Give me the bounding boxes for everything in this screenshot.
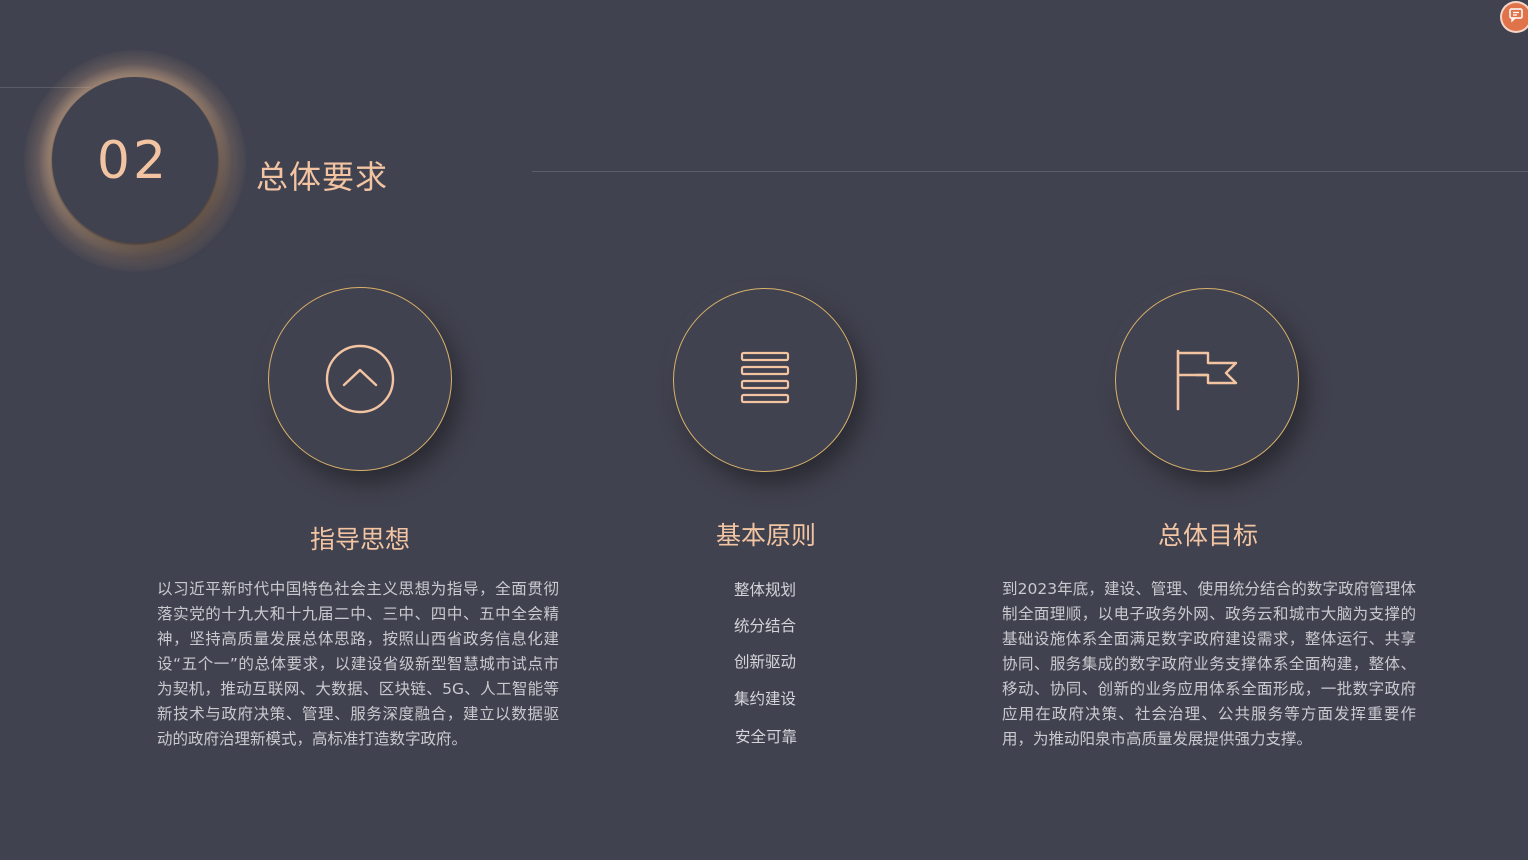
basic-principles-icon-circle — [673, 288, 857, 472]
chat-badge-button[interactable] — [1502, 3, 1528, 31]
section-number: 02 — [96, 131, 170, 191]
guiding-ideology-icon-circle — [268, 287, 452, 471]
header-divider — [532, 171, 1528, 172]
overall-goal-text: 到2023年底，建设、管理、使用统分结合的数字政府管理体制全面理顺，以电子政务外… — [1002, 580, 1416, 748]
principle-item: 创新驱动 — [733, 653, 796, 671]
slide: 02 总体要求 指导思想 以习近平新时代中国特色社会主义思想为指导，全面贯彻落实… — [0, 0, 1528, 860]
principle-item: 整体规划 — [733, 581, 796, 599]
overall-goal-title: 总体目标 — [1157, 521, 1258, 550]
principle-item: 集约建设 — [733, 690, 796, 708]
guiding-ideology-title: 指导思想 — [309, 525, 410, 554]
chevron-up-icon — [325, 344, 395, 414]
principle-item: 安全可靠 — [734, 728, 797, 746]
section-title: 总体要求 — [256, 158, 389, 196]
section-number-circle: 02 — [52, 77, 218, 243]
principle-item: 统分结合 — [733, 617, 796, 635]
overall-goal-icon-circle — [1115, 288, 1299, 472]
flag-icon — [1174, 349, 1240, 411]
list-icon — [740, 350, 790, 410]
basic-principles-title: 基本原则 — [715, 521, 816, 550]
chat-icon — [1508, 7, 1524, 27]
guiding-ideology-text: 以习近平新时代中国特色社会主义思想为指导，全面贯彻落实党的十九大和十九届二中、三… — [157, 580, 559, 748]
